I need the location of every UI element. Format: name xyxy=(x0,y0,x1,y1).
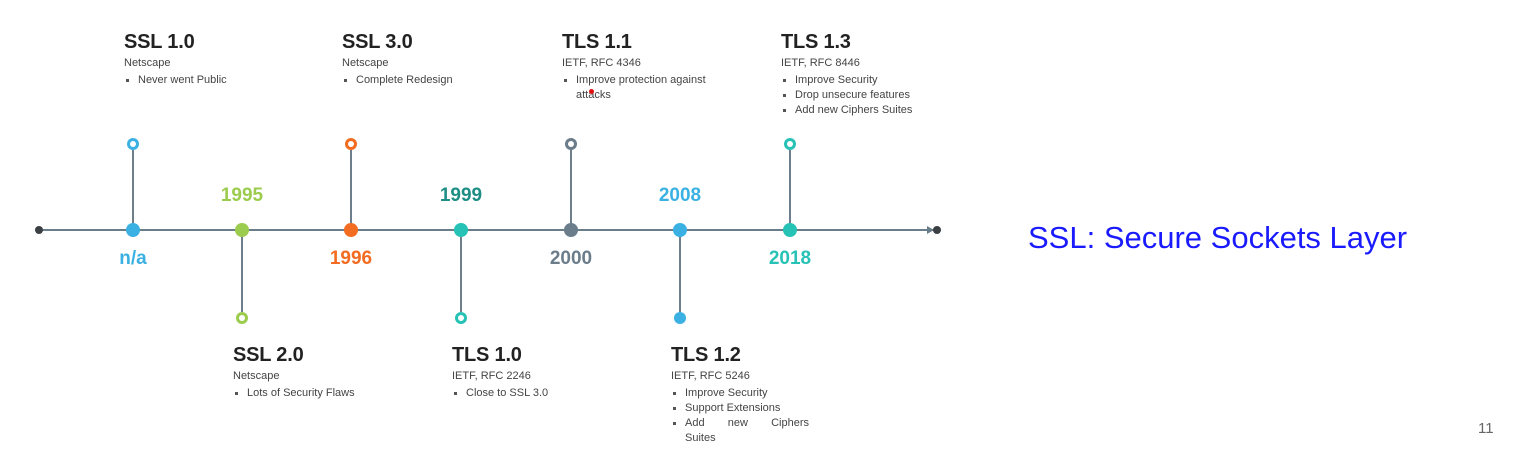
tls-1-3-year: 2018 xyxy=(768,248,812,269)
ssl-2-0-feature-list: Lots of Security Flaws xyxy=(233,386,433,401)
timeline-end-point xyxy=(933,226,941,234)
tls-1-2-organization: IETF, RFC 5246 xyxy=(671,370,750,382)
ssl-3-0-axis-dot xyxy=(344,223,358,237)
ssl-1-0-feature-list: Never went Public xyxy=(124,73,324,88)
tls-1-0-connector xyxy=(460,230,462,312)
tls-1-0-organization: IETF, RFC 2246 xyxy=(452,370,531,382)
ssl-3-0-info: SSL 3.0 Netscape Complete Redesign xyxy=(342,31,542,88)
tls-1-1-connector xyxy=(570,150,572,230)
tls-1-0-feature-list: Close to SSL 3.0 xyxy=(452,386,652,401)
tls-1-3-marker xyxy=(784,138,796,150)
tls-1-3-axis-dot xyxy=(783,223,797,237)
tls-1-1-year: 2000 xyxy=(549,248,593,269)
tls-1-3-feature: Improve Security xyxy=(781,73,981,88)
tls-1-1-organization: IETF, RFC 4346 xyxy=(562,57,641,69)
tls-1-3-info: TLS 1.3 IETF, RFC 8446 Improve Security Dro… xyxy=(781,31,981,118)
ssl-2-0-axis-dot xyxy=(235,223,249,237)
slide-title: SSL: Secure Sockets Layer xyxy=(1028,220,1408,255)
tls-1-2-feature: Add new Ciphers Suites xyxy=(671,416,809,446)
ssl-3-0-organization: Netscape xyxy=(342,57,389,69)
ssl-2-0-title: SSL 2.0 xyxy=(233,344,304,366)
tls-1-0-info: TLS 1.0 IETF, RFC 2246 Close to SSL 3.0 xyxy=(452,344,652,401)
tls-1-2-title: TLS 1.2 xyxy=(671,344,741,366)
tls-1-2-marker xyxy=(674,312,686,324)
tls-1-2-feature-list: Improve Security Support Extensions Add ne… xyxy=(671,386,871,446)
tls-1-1-feature-list: Improve protection against attacks xyxy=(562,73,762,103)
tls-1-2-feature: Improve Security xyxy=(671,386,871,401)
ssl-1-0-marker xyxy=(127,138,139,150)
ssl-1-0-info: SSL 1.0 Netscape Never went Public xyxy=(124,31,324,88)
ssl-1-0-year: n/a xyxy=(119,248,147,269)
pointer-dot xyxy=(589,89,594,94)
page-number: 11 xyxy=(1478,420,1494,437)
ssl-2-0-year: 1995 xyxy=(220,185,264,206)
ssl-tls-timeline: n/a SSL 1.0 Netscape Never went Public 1995 S… xyxy=(0,0,960,466)
tls-1-2-axis-dot xyxy=(673,223,687,237)
tls-1-3-organization: IETF, RFC 8446 xyxy=(781,57,860,69)
tls-1-0-marker xyxy=(455,312,467,324)
ssl-2-0-feature: Lots of Security Flaws xyxy=(233,386,433,401)
ssl-2-0-marker xyxy=(236,312,248,324)
tls-1-1-marker xyxy=(565,138,577,150)
tls-1-0-title: TLS 1.0 xyxy=(452,344,522,366)
ssl-2-0-organization: Netscape xyxy=(233,370,280,382)
tls-1-2-feature: Support Extensions xyxy=(671,401,871,416)
ssl-2-0-info: SSL 2.0 Netscape Lots of Security Flaws xyxy=(233,344,433,401)
tls-1-0-feature: Close to SSL 3.0 xyxy=(452,386,652,401)
tls-1-3-connector xyxy=(789,150,791,230)
tls-1-1-title: TLS 1.1 xyxy=(562,31,632,53)
ssl-3-0-title: SSL 3.0 xyxy=(342,31,413,53)
tls-1-2-connector xyxy=(679,230,681,312)
ssl-1-0-axis-dot xyxy=(126,223,140,237)
ssl-2-0-connector xyxy=(241,230,243,312)
tls-1-1-axis-dot xyxy=(564,223,578,237)
tls-1-2-year: 2008 xyxy=(658,185,702,206)
tls-1-3-feature-list: Improve Security Drop unsecure features Ad… xyxy=(781,73,981,118)
ssl-1-0-connector xyxy=(132,150,134,230)
ssl-3-0-year: 1996 xyxy=(329,248,373,269)
ssl-1-0-organization: Netscape xyxy=(124,57,171,69)
tls-1-2-info: TLS 1.2 IETF, RFC 5246 Improve Security Sup… xyxy=(671,344,871,446)
tls-1-0-year: 1999 xyxy=(439,185,483,206)
ssl-3-0-feature-list: Complete Redesign xyxy=(342,73,542,88)
timeline-start-point xyxy=(35,226,43,234)
ssl-3-0-feature: Complete Redesign xyxy=(342,73,542,88)
tls-1-3-feature: Drop unsecure features xyxy=(781,88,981,103)
timeline-axis xyxy=(39,229,934,231)
tls-1-3-feature: Add new Ciphers Suites xyxy=(781,103,981,118)
ssl-3-0-connector xyxy=(350,150,352,230)
tls-1-0-axis-dot xyxy=(454,223,468,237)
ssl-1-0-title: SSL 1.0 xyxy=(124,31,195,53)
ssl-3-0-marker xyxy=(345,138,357,150)
ssl-1-0-feature: Never went Public xyxy=(124,73,324,88)
tls-1-3-title: TLS 1.3 xyxy=(781,31,851,53)
tls-1-1-feature: Improve protection against attacks xyxy=(562,73,716,103)
